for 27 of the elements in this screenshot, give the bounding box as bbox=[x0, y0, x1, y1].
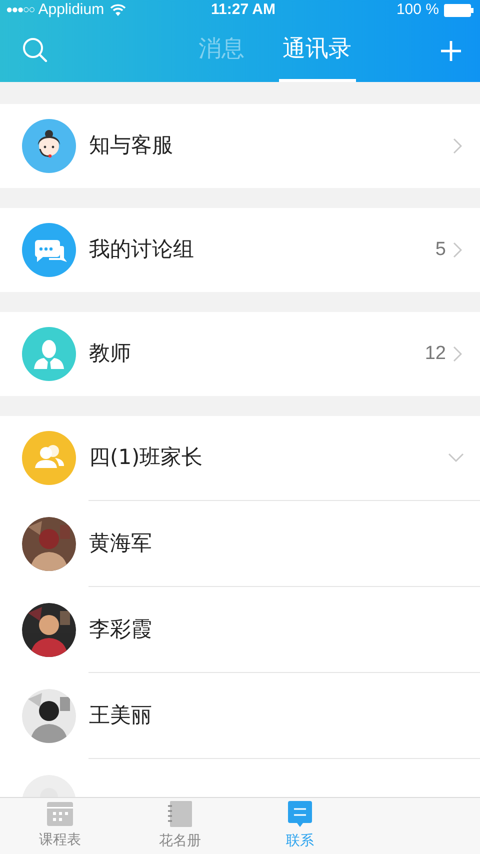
signal-strength: ●●●○○ bbox=[6, 2, 34, 18]
contact-name[interactable]: 黄海军 bbox=[89, 528, 152, 560]
chevron-right-icon bbox=[453, 346, 462, 362]
calendar-icon bbox=[47, 802, 73, 826]
chevron-right-icon bbox=[453, 242, 462, 258]
battery-percent: 100 % bbox=[396, 0, 439, 20]
contact-name[interactable]: 王美丽 bbox=[89, 700, 152, 732]
chat-icon bbox=[288, 800, 312, 826]
group-header[interactable]: 四(1)班家长 bbox=[0, 416, 480, 500]
group-name: 四(1)班家长 bbox=[89, 444, 203, 472]
add-icon[interactable] bbox=[440, 40, 462, 62]
member-count: 12 bbox=[424, 342, 446, 366]
battery-icon bbox=[444, 4, 474, 16]
search-icon[interactable] bbox=[22, 37, 48, 63]
carrier-name: Applidium bbox=[38, 0, 104, 20]
contact-name[interactable]: 李彩霞 bbox=[89, 614, 152, 646]
contact-row[interactable]: 我的讨论组 5 bbox=[0, 208, 480, 292]
contact-row[interactable]: 知与客服 bbox=[0, 104, 480, 188]
wifi-icon bbox=[110, 4, 126, 16]
contact-name: 我的讨论组 bbox=[89, 236, 194, 264]
contact-row[interactable]: 教师 12 bbox=[0, 312, 480, 396]
clock-time: 11:27 AM bbox=[211, 0, 276, 20]
chevron-right-icon bbox=[453, 138, 462, 154]
contact-name: 教师 bbox=[89, 340, 131, 368]
member-count: 5 bbox=[435, 238, 446, 262]
notebook-icon bbox=[168, 800, 192, 826]
contact-name: 知与客服 bbox=[89, 132, 173, 160]
